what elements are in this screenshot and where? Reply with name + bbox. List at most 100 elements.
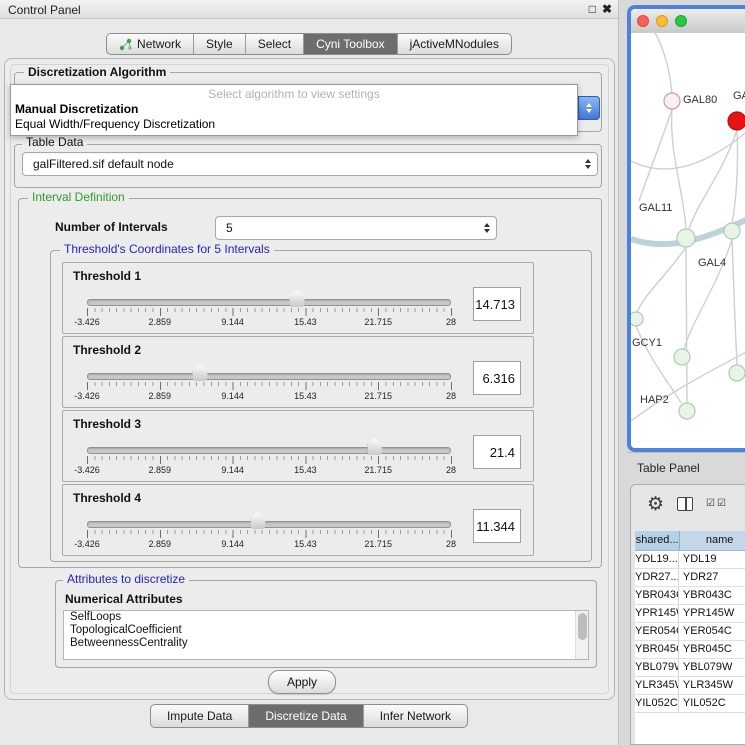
table-panel: ⚙ ☑ ☑ shared... name YDL19... YDL19 YDR2… <box>630 484 745 745</box>
table-row[interactable]: YIL052C YIL052C <box>635 695 745 713</box>
threshold-2-label: Threshold 2 <box>73 343 141 357</box>
slider-track[interactable] <box>87 521 451 528</box>
node[interactable] <box>729 365 745 381</box>
select-columns-icon[interactable]: ☑ ☑ <box>706 499 726 509</box>
bottom-tab-bar: Impute Data Discretize Data Infer Networ… <box>0 704 618 728</box>
number-of-intervals-value: 5 <box>226 221 233 235</box>
node-table: shared... name YDL19... YDL19 YDR27... Y… <box>635 531 745 744</box>
network-graph: GAL80 GA GAL11 GAL4 GCY1 HAP2 <box>631 33 745 452</box>
table-panel-title: Table Panel <box>637 461 700 475</box>
column-layout-icon[interactable] <box>677 497 693 511</box>
popup-option-equal-width-frequency[interactable]: Equal Width/Frequency Discretization <box>15 117 215 131</box>
popup-placeholder: Select algorithm to view settings <box>11 87 577 101</box>
list-item[interactable]: TopologicalCoefficient <box>64 624 588 637</box>
popup-option-manual-discretization[interactable]: Manual Discretization <box>15 102 138 116</box>
threshold-3-value[interactable]: 21.4 <box>473 435 521 469</box>
apply-button[interactable]: Apply <box>268 670 336 694</box>
threshold-4-panel: Threshold 4 -3.426 2.859 9.144 15.43 21.… <box>62 484 534 556</box>
node[interactable] <box>724 223 740 239</box>
table-panel-toolbar: ⚙ ☑ ☑ <box>631 485 745 523</box>
numerical-attributes-list[interactable]: SelfLoops TopologicalCoefficient Between… <box>63 610 589 660</box>
tab-infer-network[interactable]: Infer Network <box>364 705 467 727</box>
slider-handle[interactable] <box>250 512 265 529</box>
table-row[interactable]: YPR145W YPR145W <box>635 605 745 623</box>
scrollbar-thumb[interactable] <box>578 613 587 640</box>
threshold-4-value[interactable]: 11.344 <box>473 509 521 543</box>
list-scrollbar[interactable] <box>575 611 588 659</box>
slider-ticks <box>87 382 452 390</box>
tab-style[interactable]: Style <box>194 34 246 54</box>
node-hap2[interactable] <box>679 403 695 419</box>
table-data-select[interactable]: galFiltered.sif default node <box>22 152 598 176</box>
tab-cyni-toolbox[interactable]: Cyni Toolbox <box>304 34 397 54</box>
slider-track[interactable] <box>87 373 451 380</box>
down-arrow-icon <box>586 109 592 113</box>
interval-definition-group-title: Interval Definition <box>28 191 129 204</box>
threshold-4-label: Threshold 4 <box>73 491 141 505</box>
slider-handle[interactable] <box>192 364 207 381</box>
control-panel: Control Panel □ ✖ Network Style Select <box>0 0 619 745</box>
tab-select[interactable]: Select <box>246 34 304 54</box>
screen: Control Panel □ ✖ Network Style Select <box>0 0 745 745</box>
panel-divider <box>627 452 745 453</box>
attributes-group-title: Attributes to discretize <box>63 573 189 586</box>
threshold-1-slider[interactable]: -3.426 2.859 9.144 15.43 21.715 28 <box>87 289 451 331</box>
tab-impute-data[interactable]: Impute Data <box>151 705 249 727</box>
node-label-hap2: HAP2 <box>640 394 669 406</box>
column-header-name[interactable]: name <box>680 531 745 550</box>
algorithm-select-stepper[interactable] <box>578 96 600 120</box>
table-row[interactable]: YLR345W YLR345W <box>635 677 745 695</box>
table-row[interactable]: YDR27... YDR27 <box>635 569 745 587</box>
numerical-attributes-label: Numerical Attributes <box>65 592 183 606</box>
threshold-3-label: Threshold 3 <box>73 417 141 431</box>
threshold-coordinates-group-title: Threshold's Coordinates for 5 Intervals <box>60 243 274 256</box>
threshold-3-slider[interactable]: -3.426 2.859 9.144 15.43 21.715 28 <box>87 437 451 479</box>
table-row[interactable]: YBR043C YBR043C <box>635 587 745 605</box>
slider-track[interactable] <box>87 447 451 454</box>
list-item[interactable]: BetweennessCentrality <box>64 637 588 650</box>
node-label-gal4: GAL4 <box>698 257 726 269</box>
node-selected-red[interactable] <box>728 112 745 130</box>
threshold-1-value[interactable]: 14.713 <box>473 287 521 321</box>
up-arrow-icon <box>586 103 592 107</box>
threshold-1-label: Threshold 1 <box>73 269 141 283</box>
network-icon <box>119 38 132 51</box>
zoom-traffic-light-icon[interactable] <box>675 15 687 27</box>
network-window-titlebar <box>631 9 745 34</box>
threshold-2-slider[interactable]: -3.426 2.859 9.144 15.43 21.715 28 <box>87 363 451 405</box>
node-gal4[interactable] <box>677 229 695 247</box>
discretization-algorithm-group-title: Discretization Algorithm <box>24 66 170 79</box>
close-traffic-light-icon[interactable] <box>637 15 649 27</box>
settings-gear-icon[interactable]: ⚙ <box>647 495 664 514</box>
float-window-icon[interactable]: □ <box>589 2 596 16</box>
tab-discretize-data[interactable]: Discretize Data <box>249 705 363 727</box>
node-gal80[interactable] <box>664 93 680 109</box>
table-data-group-title: Table Data <box>22 136 87 149</box>
node-gcy1[interactable] <box>631 312 643 326</box>
node-label-gal80: GAL80 <box>683 94 717 106</box>
list-item[interactable]: SelfLoops <box>64 611 588 624</box>
tab-network[interactable]: Network <box>107 34 194 54</box>
node[interactable] <box>674 349 690 365</box>
minimize-traffic-light-icon[interactable] <box>656 15 668 27</box>
number-of-intervals-select[interactable]: 5 <box>215 216 497 240</box>
threshold-2-value[interactable]: 6.316 <box>473 361 521 395</box>
network-canvas[interactable]: GAL80 GA GAL11 GAL4 GCY1 HAP2 <box>631 33 745 448</box>
number-of-intervals-label: Number of Intervals <box>55 220 168 234</box>
table-row[interactable]: YER054C YER054C <box>635 623 745 641</box>
node-label-gcy1: GCY1 <box>632 337 662 349</box>
network-view-window[interactable]: GAL80 GA GAL11 GAL4 GCY1 HAP2 <box>627 5 745 452</box>
column-header-shared-name[interactable]: shared... <box>635 531 680 550</box>
slider-scale: -3.426 2.859 9.144 15.43 21.715 28 <box>87 391 451 403</box>
slider-handle[interactable] <box>290 290 305 307</box>
table-row[interactable]: YBR045C YBR045C <box>635 641 745 659</box>
threshold-4-slider[interactable]: -3.426 2.859 9.144 15.43 21.715 28 <box>87 511 451 553</box>
node-label-partial: GA <box>733 90 745 102</box>
close-icon[interactable]: ✖ <box>602 2 612 16</box>
slider-ticks <box>87 308 452 316</box>
table-row[interactable]: YBL079W YBL079W <box>635 659 745 677</box>
slider-handle[interactable] <box>367 438 382 455</box>
table-row[interactable]: YDL19... YDL19 <box>635 551 745 569</box>
tab-jactivemnodules[interactable]: jActiveMNodules <box>398 34 511 54</box>
slider-track[interactable] <box>87 299 451 306</box>
